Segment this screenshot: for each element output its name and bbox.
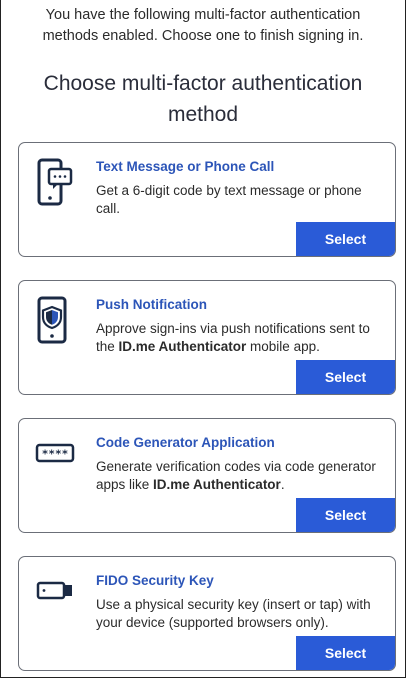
page-title: Choose multi-factor authentication metho… [43, 72, 363, 126]
security-key-icon [35, 571, 75, 623]
method-description: Use a physical security key (insert or t… [96, 597, 371, 630]
method-card-fido-key[interactable]: FIDO Security Key Use a physical securit… [18, 556, 396, 671]
phone-shield-icon [35, 295, 75, 347]
method-card-text-message[interactable]: Text Message or Phone Call Get a 6-digit… [18, 142, 396, 257]
method-card-code-generator[interactable]: **** Code Generator Application Generate… [18, 418, 396, 533]
code-generator-icon: **** [35, 433, 75, 485]
select-text-message-button[interactable]: Select [296, 222, 395, 256]
select-push-notification-button[interactable]: Select [296, 360, 395, 394]
phone-message-icon [35, 157, 75, 209]
method-title: Code Generator Application [96, 435, 275, 450]
method-title: FIDO Security Key [96, 573, 214, 588]
method-title: Push Notification [96, 297, 207, 312]
method-description: Approve sign-ins via push notifications … [96, 321, 370, 354]
select-code-generator-button[interactable]: Select [296, 498, 395, 532]
select-fido-key-button[interactable]: Select [296, 636, 395, 670]
method-card-push-notification[interactable]: Push Notification Approve sign-ins via p… [18, 280, 396, 395]
svg-text:****: **** [42, 448, 69, 461]
method-description: Generate verification codes via code gen… [96, 459, 376, 492]
intro-text: You have the following multi-factor auth… [42, 7, 364, 44]
method-title: Text Message or Phone Call [96, 159, 275, 174]
method-description: Get a 6-digit code by text message or ph… [96, 183, 362, 216]
